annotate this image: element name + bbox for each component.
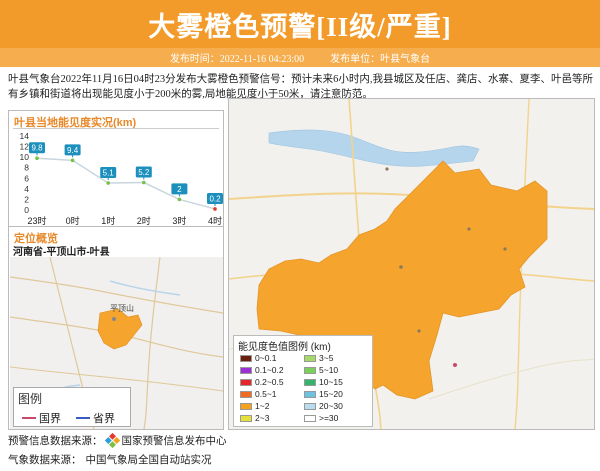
warning-source-value[interactable]: 国家预警信息发布中心	[122, 433, 227, 448]
data-point	[106, 181, 110, 185]
y-tick-label: 0	[24, 205, 29, 215]
minimap-city-label: 平顶山	[110, 303, 134, 313]
data-label: 0.2	[209, 194, 221, 203]
weather-source-value: 中国气象局全国自动站实况	[85, 455, 212, 466]
y-tick-label: 4	[24, 184, 29, 194]
legend-range-label: 1~2	[255, 401, 270, 411]
province-border-label: 省界	[93, 413, 115, 425]
warning-center-logo-icon	[104, 432, 120, 449]
legend-country-border: 国界	[22, 410, 61, 426]
data-point	[70, 158, 75, 163]
legend-range-label: 5~10	[319, 365, 339, 375]
visibility-chart-panel: 叶县当地能见度实况(km) 0 2 4 6 8 10 12 14 9.8 23时 9.4 0时 5.1 1…	[8, 110, 224, 228]
data-label: 5.2	[138, 168, 150, 177]
color-swatch	[304, 390, 316, 398]
legend-province-border: 省界	[76, 410, 115, 426]
legend-range-label: 20~30	[319, 401, 343, 411]
visibility-legend-item: 10~15	[304, 377, 343, 387]
data-point	[35, 156, 39, 160]
color-swatch	[240, 378, 252, 386]
y-tick-label: 2	[24, 194, 29, 204]
warning-meta-bar: 发布时间：2022-11-16 04:23:00 发布单位：叶县气象台	[0, 48, 600, 67]
legend-range-label: 0~0.1	[255, 353, 277, 363]
legend-range-label: 10~15	[319, 377, 343, 387]
color-swatch	[304, 402, 316, 410]
warning-source-label: 预警信息数据来源：	[8, 436, 103, 447]
visibility-legend-item: 0~0.1	[240, 353, 277, 363]
map-legend: 图例 国界 省界	[13, 387, 131, 427]
color-swatch	[240, 390, 252, 398]
visibility-legend-item: 0.5~1	[240, 389, 277, 399]
legend-range-label: 3~5	[319, 353, 334, 363]
location-path: 河南省-平顶山市-叶县	[13, 247, 110, 258]
data-label: 5.1	[103, 169, 115, 178]
legend-range-label: 2~3	[255, 413, 270, 423]
location-panel: 定位概览 河南省-平顶山市-叶县 平顶山 图例 国界 省界	[8, 226, 224, 430]
y-tick-label: 6	[24, 173, 29, 183]
color-swatch	[304, 366, 316, 374]
data-point	[213, 207, 217, 211]
visibility-chart: 024681012149.823时9.40时5.11时5.22时23时0.24时	[20, 131, 223, 226]
warning-title: 大雾橙色预警[II级/严重]	[148, 11, 452, 42]
x-tick-label: 3时	[172, 215, 186, 226]
data-label: 9.4	[67, 146, 79, 155]
visibility-legend-item: 5~10	[304, 365, 338, 375]
reservoir-water	[268, 129, 480, 167]
legend-range-label: 0.2~0.5	[255, 377, 284, 387]
visibility-legend-item: >=30	[304, 413, 338, 423]
publish-time: 发布时间：2022-11-16 04:23:00	[169, 54, 305, 65]
color-swatch	[240, 402, 252, 410]
y-tick-label: 14	[20, 131, 30, 141]
color-swatch	[240, 414, 252, 422]
data-point	[142, 180, 146, 185]
weather-source-label: 气象数据来源：	[8, 455, 82, 466]
country-border-line-icon	[22, 417, 36, 419]
x-tick-label: 0时	[66, 215, 80, 226]
visibility-legend-item: 0.1~0.2	[240, 365, 284, 375]
y-tick-label: 12	[20, 142, 30, 152]
data-label: 2	[177, 185, 182, 194]
legend-range-label: 0.1~0.2	[255, 365, 284, 375]
y-tick-label: 8	[24, 163, 29, 173]
visibility-legend-item: 3~5	[304, 353, 333, 363]
color-swatch	[240, 366, 252, 374]
province-border-line-icon	[76, 417, 90, 419]
visibility-legend-item: 15~20	[304, 389, 343, 399]
legend-range-label: 0.5~1	[255, 389, 277, 399]
visibility-legend-item: 20~30	[304, 401, 343, 411]
footer-warning-source: 预警信息数据来源： 国家预警信息发布中心	[8, 432, 227, 449]
legend-range-label: 15~20	[319, 389, 343, 399]
visibility-legend-item: 1~2	[240, 401, 269, 411]
visibility-legend-title: 能见度色值图例 (km)	[238, 342, 331, 353]
x-tick-label: 4时	[208, 215, 222, 226]
visibility-color-legend: 能见度色值图例 (km) 0~0.1 3~5 0.1~0.2 5~10 0.2~0.5 1…	[233, 335, 373, 427]
visibility-line	[36, 157, 216, 210]
color-swatch	[240, 354, 252, 362]
color-swatch	[304, 414, 316, 422]
visibility-legend-item: 0.2~0.5	[240, 377, 284, 387]
warning-header: 大雾橙色预警[II级/严重]	[0, 0, 600, 48]
data-point	[177, 197, 182, 202]
y-tick-label: 10	[20, 152, 30, 162]
x-tick-label: 23时	[27, 215, 46, 226]
color-swatch	[304, 354, 316, 362]
footer-weather-source: 气象数据来源： 中国气象局全国自动站实况	[8, 452, 212, 467]
x-tick-label: 2时	[137, 215, 151, 226]
country-border-label: 国界	[39, 413, 61, 425]
color-swatch	[304, 378, 316, 386]
legend-range-label: >=30	[319, 413, 339, 423]
publisher: 发布单位：叶县气象台	[330, 54, 431, 65]
map-legend-title: 图例	[18, 392, 43, 406]
data-label: 9.8	[31, 144, 43, 153]
x-tick-label: 1时	[101, 215, 115, 226]
warning-area-map[interactable]: 能见度色值图例 (km) 0~0.1 3~5 0.1~0.2 5~10 0.2~0.5 1…	[228, 98, 595, 430]
visibility-legend-item: 2~3	[240, 413, 269, 423]
